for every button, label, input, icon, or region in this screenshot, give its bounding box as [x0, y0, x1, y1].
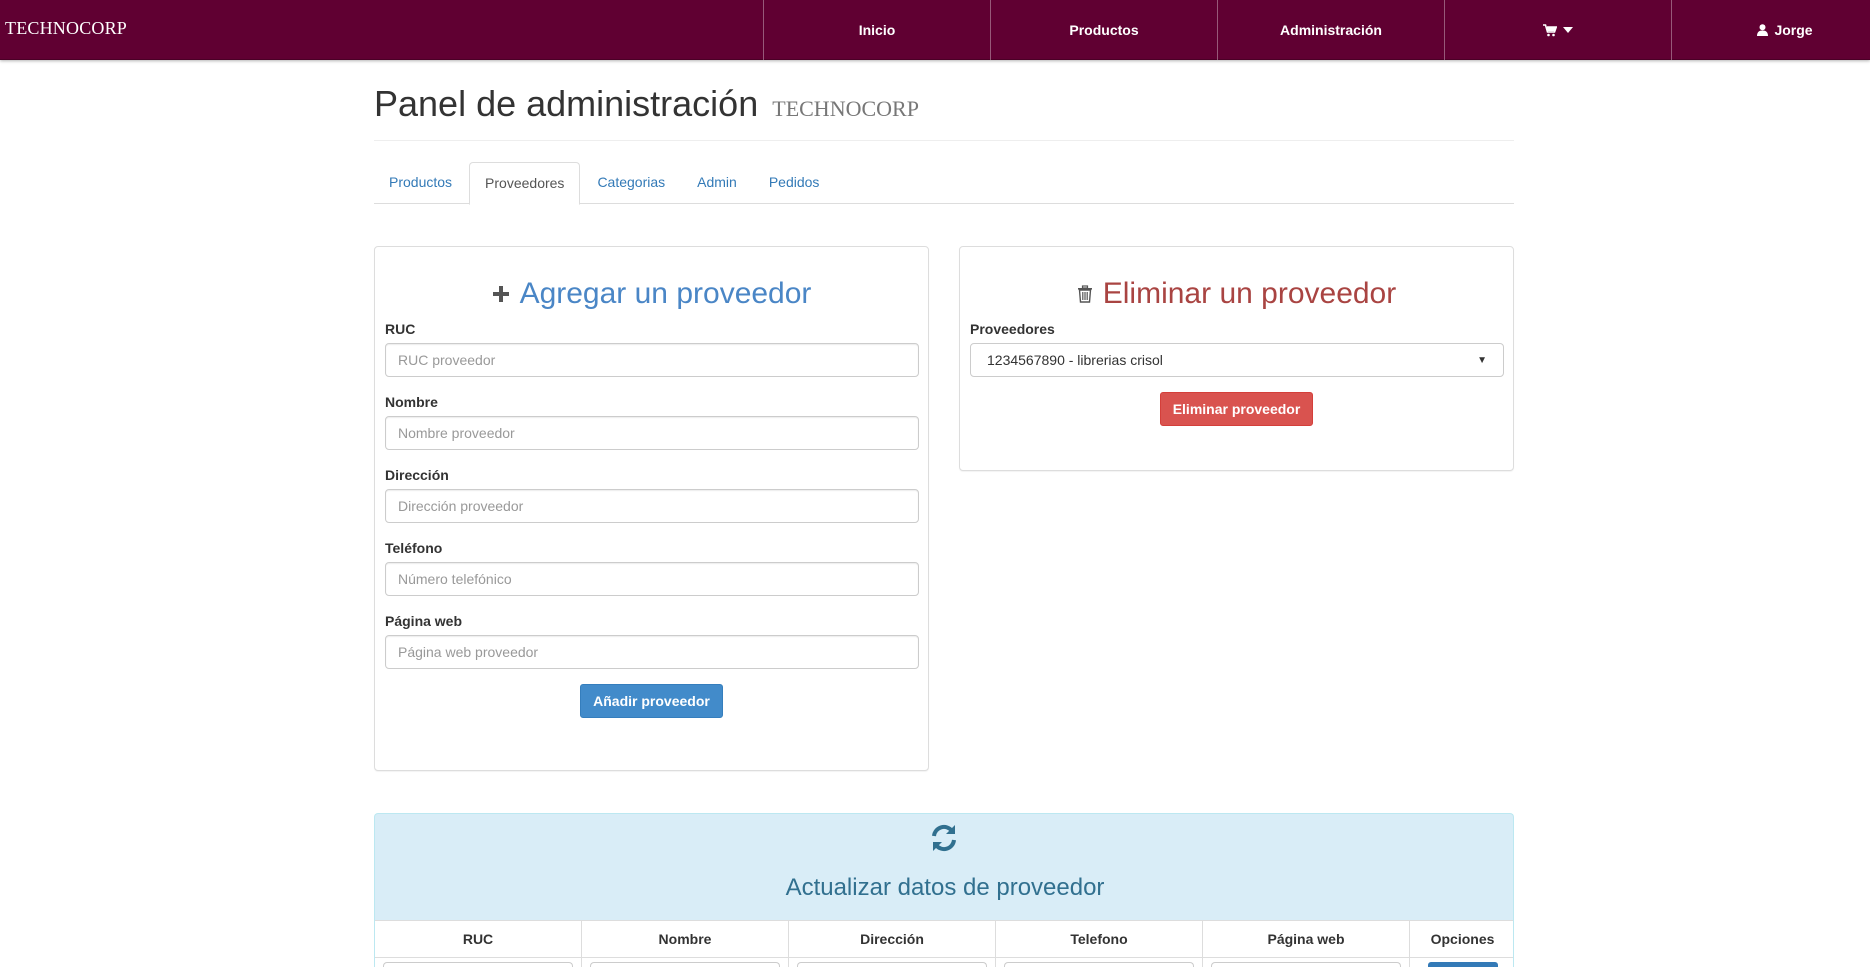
nav-item-inicio[interactable]: Inicio — [763, 0, 990, 60]
chevron-down-icon: ▼ — [1477, 354, 1487, 366]
table-cell — [1203, 958, 1410, 967]
table-row — [375, 958, 1513, 967]
nav-item-user[interactable]: Jorge — [1671, 0, 1870, 60]
pagina-web-edit-input[interactable] — [1211, 962, 1401, 967]
caret-down-icon — [1563, 27, 1573, 33]
direccion-form-group: Dirección Dirección proveedor — [375, 467, 928, 523]
direccion-input[interactable]: Dirección proveedor — [385, 489, 919, 523]
admin-tabs: Productos Proveedores Categorias Admin P… — [374, 162, 1514, 205]
update-row-button[interactable] — [1427, 962, 1498, 967]
pagina-web-input[interactable]: Página web proveedor — [385, 635, 919, 669]
refresh-icon — [929, 824, 959, 855]
direccion-edit-input[interactable] — [797, 962, 987, 967]
nav-item-administracion[interactable]: Administración — [1217, 0, 1444, 60]
page-title-text: Panel de administración — [374, 83, 759, 124]
delete-supplier-heading: Eliminar un proveedor — [960, 277, 1513, 311]
table-cell — [375, 958, 582, 967]
ruc-input[interactable]: RUC proveedor — [385, 343, 919, 377]
column-header-nombre: Nombre — [582, 921, 789, 959]
user-icon — [1757, 24, 1769, 36]
delete-supplier-title: Eliminar un proveedor — [1102, 277, 1397, 310]
tab-proveedores[interactable]: Proveedores — [469, 162, 581, 205]
plus-icon — [492, 277, 510, 311]
ruc-edit-input[interactable] — [383, 962, 573, 967]
suppliers-select-group: Proveedores 1234567890 - librerias criso… — [960, 321, 1513, 377]
column-header-pagina-web: Página web — [1203, 921, 1410, 959]
add-supplier-title: Agregar un proveedor — [519, 277, 812, 310]
nav-item-label: Productos — [1069, 22, 1139, 38]
delete-supplier-button[interactable]: Eliminar proveedor — [1159, 392, 1314, 426]
shopping-cart-icon — [1543, 23, 1557, 37]
nav-item-label: Inicio — [858, 22, 896, 38]
column-header-direccion: Dirección — [789, 921, 996, 959]
nombre-input[interactable]: Nombre proveedor — [385, 416, 919, 450]
update-supplier-title: Actualizar datos de proveedor — [785, 874, 1105, 901]
add-supplier-panel: Agregar un proveedor RUC RUC proveedor N… — [374, 246, 929, 771]
column-header-telefono: Telefono — [996, 921, 1203, 959]
tab-pedidos[interactable]: Pedidos — [754, 162, 835, 204]
add-button-row: Añadir proveedor — [375, 684, 928, 718]
top-navbar: TECHNOCORP Inicio Productos Administraci… — [0, 0, 1870, 60]
add-supplier-heading: Agregar un proveedor — [375, 277, 928, 311]
nombre-form-group: Nombre Nombre proveedor — [375, 394, 928, 450]
nav-item-cart-dropdown[interactable] — [1444, 0, 1671, 60]
table-cell — [582, 958, 789, 967]
tab-categorias[interactable]: Categorias — [582, 162, 680, 204]
column-header-opciones: Opciones — [1410, 921, 1513, 959]
telefono-label: Teléfono — [385, 540, 443, 556]
suppliers-select-value: 1234567890 - librerias crisol — [987, 352, 1163, 368]
nav-item-label: Administración — [1280, 22, 1382, 38]
nombre-label: Nombre — [385, 394, 438, 410]
table-cell — [789, 958, 996, 967]
pagina-web-form-group: Página web Página web proveedor — [375, 613, 928, 669]
telefono-edit-input[interactable] — [1004, 962, 1194, 967]
column-header-ruc: RUC — [375, 921, 582, 959]
update-supplier-panel: Actualizar datos de proveedor RUC Nombre… — [374, 813, 1514, 967]
direccion-label: Dirección — [385, 467, 449, 483]
user-name: Jorge — [1774, 22, 1813, 38]
telefono-input[interactable]: Número telefónico — [385, 562, 919, 596]
ruc-label: RUC — [385, 321, 416, 337]
page-title: Panel de administración TECHNOCORP — [374, 83, 1514, 125]
suppliers-select[interactable]: 1234567890 - librerias crisol ▼ — [970, 343, 1504, 377]
page-header: Panel de administración TECHNOCORP — [374, 83, 1514, 141]
pagina-web-label: Página web — [385, 613, 463, 629]
brand-logo[interactable]: TECHNOCORP — [5, 18, 127, 39]
tab-admin[interactable]: Admin — [682, 162, 752, 204]
delete-button-row: Eliminar proveedor — [960, 392, 1513, 426]
table-cell — [1410, 958, 1513, 967]
delete-supplier-panel: Eliminar un proveedor Proveedores 123456… — [959, 246, 1514, 471]
nav-menu: Inicio Productos Administración Jorge — [763, 0, 1870, 60]
tab-productos[interactable]: Productos — [374, 162, 467, 204]
ruc-form-group: RUC RUC proveedor — [375, 321, 928, 377]
nav-item-productos[interactable]: Productos — [990, 0, 1217, 60]
suppliers-select-label: Proveedores — [970, 321, 1055, 337]
trash-icon — [1077, 277, 1093, 311]
add-supplier-button[interactable]: Añadir proveedor — [580, 684, 723, 718]
nombre-edit-input[interactable] — [590, 962, 780, 967]
telefono-form-group: Teléfono Número telefónico — [375, 540, 928, 596]
page-subtitle: TECHNOCORP — [772, 96, 919, 121]
table-cell — [996, 958, 1203, 967]
